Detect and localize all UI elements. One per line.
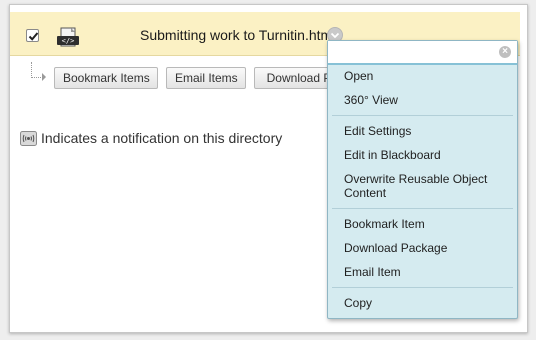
menu-item-bookmark-item[interactable]: Bookmark Item: [344, 217, 425, 231]
svg-text:</>: </>: [62, 37, 75, 45]
notification-legend: Indicates a notification on this directo…: [20, 130, 282, 146]
menu-item-open[interactable]: Open: [344, 69, 373, 83]
menu-divider: [332, 115, 513, 116]
bookmark-items-button[interactable]: Bookmark Items: [54, 67, 158, 89]
menu-divider: [332, 208, 513, 209]
email-items-button[interactable]: Email Items: [166, 67, 246, 89]
menu-item-overwrite-reusable-object[interactable]: Overwrite Reusable Object Content: [344, 172, 514, 200]
context-menu: × Open 360° View Edit Settings Edit in B…: [327, 40, 518, 319]
menu-item-copy[interactable]: Copy: [344, 296, 372, 310]
menu-item-download-package[interactable]: Download Package: [344, 241, 447, 255]
clear-icon[interactable]: ×: [499, 46, 511, 58]
menu-item-email-item[interactable]: Email Item: [344, 265, 401, 279]
item-checkbox[interactable]: [26, 29, 39, 42]
notification-icon: [20, 131, 37, 146]
item-title-link[interactable]: Submitting work to Turnitin.html: [140, 27, 335, 43]
menu-item-360-view[interactable]: 360° View: [344, 93, 398, 107]
checkmark-icon: [28, 32, 39, 41]
connector-arrow-icon: [42, 73, 46, 81]
html-file-icon: </>: [56, 27, 80, 49]
menu-divider: [332, 287, 513, 288]
menu-filter-input[interactable]: ×: [328, 41, 517, 65]
notification-legend-text: Indicates a notification on this directo…: [41, 130, 283, 146]
menu-item-edit-in-blackboard[interactable]: Edit in Blackboard: [344, 148, 441, 162]
menu-item-edit-settings[interactable]: Edit Settings: [344, 124, 411, 138]
